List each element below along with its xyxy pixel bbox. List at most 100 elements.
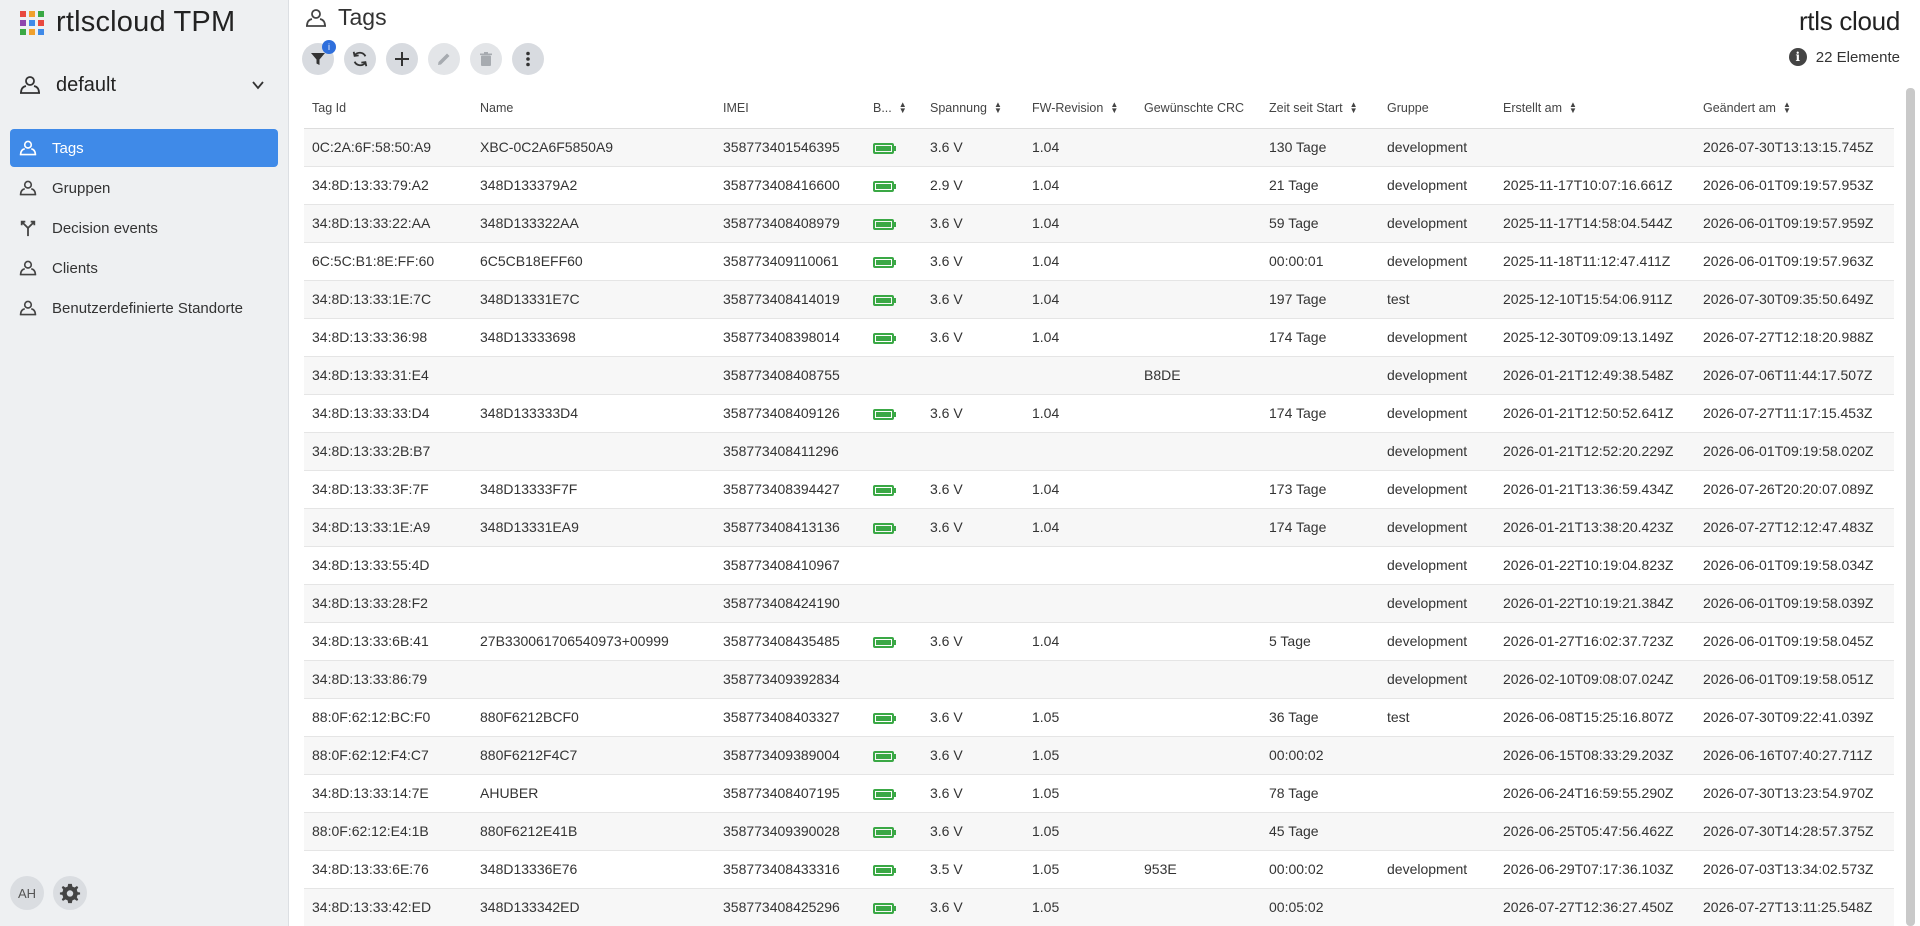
name-cell: XBC-0C2A6F5850A9: [472, 128, 715, 167]
battery-full-icon: [873, 332, 896, 344]
voltage-cell: [922, 584, 1024, 623]
table-row[interactable]: 6C:5C:B1:8E:FF:60 6C5CB18EFF60 35877340911…: [304, 242, 1894, 281]
created-cell: [1495, 128, 1695, 167]
group-cell: development: [1379, 546, 1495, 585]
tag-id-cell: 34:8D:13:33:3F:7F: [304, 470, 472, 509]
table-row[interactable]: 88:0F:62:12:BC:F0 880F6212BCF0 35877340840…: [304, 698, 1894, 737]
sort-icon[interactable]: ▲ ▼: [899, 101, 907, 115]
add-button[interactable]: [386, 43, 418, 75]
sidebar-item-label: Benutzerdefinierte Standorte: [52, 299, 243, 317]
battery-cell: [865, 888, 922, 926]
voltage-cell: 3.6 V: [922, 318, 1024, 357]
modified-cell: 2026-07-27T12:12:47.483Z: [1695, 508, 1894, 547]
tenant-selector[interactable]: default: [18, 70, 273, 100]
sidebar-item-benutzerdefinierte-standorte[interactable]: Benutzerdefinierte Standorte: [10, 289, 278, 327]
uptime-cell: 174 Tage: [1261, 394, 1379, 433]
table-row[interactable]: 34:8D:13:33:36:98 348D13333698 35877340839…: [304, 318, 1894, 357]
group-cell: development: [1379, 622, 1495, 661]
column-header[interactable]: Geändert am ▲ ▼: [1695, 88, 1894, 129]
table-row[interactable]: 34:8D:13:33:2B:B7 358773408411296 developm…: [304, 432, 1894, 471]
table-row[interactable]: 34:8D:13:33:6B:41 27B330061706540973+0099…: [304, 622, 1894, 661]
settings-button[interactable]: [53, 876, 87, 910]
sort-icon[interactable]: ▲ ▼: [1783, 101, 1791, 115]
sort-icon[interactable]: ▲ ▼: [1569, 101, 1577, 115]
table-row[interactable]: 34:8D:13:33:1E:A9 348D13331EA9 35877340841…: [304, 508, 1894, 547]
sidebar: rtlscloud TPM default Tags Gruppen Decis…: [0, 0, 289, 926]
voltage-cell: [922, 546, 1024, 585]
uptime-cell: 5 Tage: [1261, 622, 1379, 661]
sort-icon[interactable]: ▲ ▼: [1110, 101, 1118, 115]
name-cell: 880F6212E41B: [472, 812, 715, 851]
table-row[interactable]: 34:8D:13:33:14:7E AHUBER 358773408407195 3.…: [304, 774, 1894, 813]
battery-full-icon: [873, 902, 896, 914]
table-scrollbar[interactable]: [1906, 88, 1916, 926]
tags-table: Tag Id Name IMEI B... ▲ ▼ Spannung ▲ ▼ FW-Revisio…: [304, 88, 1894, 926]
sidebar-item-clients[interactable]: Clients: [10, 249, 278, 287]
edit-button[interactable]: [428, 43, 460, 75]
group-cell: development: [1379, 660, 1495, 699]
table-row[interactable]: 34:8D:13:33:31:E4 358773408408755 B8DE deve…: [304, 356, 1894, 395]
battery-full-icon: [873, 180, 896, 192]
group-cell: development: [1379, 394, 1495, 433]
column-header[interactable]: FW-Revision ▲ ▼: [1024, 88, 1136, 129]
name-cell: [472, 432, 715, 471]
avatar[interactable]: AH: [10, 876, 44, 910]
sidebar-item-gruppen[interactable]: Gruppen: [10, 169, 278, 207]
crc-cell: B8DE: [1136, 356, 1261, 395]
table-row[interactable]: 34:8D:13:33:22:AA 348D133322AA 35877340840…: [304, 204, 1894, 243]
more-vertical-icon: [526, 51, 530, 67]
column-header-label: Tag Id: [312, 100, 347, 115]
battery-full-icon: [873, 218, 896, 230]
table-row[interactable]: 88:0F:62:12:F4:C7 880F6212F4C7 35877340938…: [304, 736, 1894, 775]
name-cell: 348D13333F7F: [472, 470, 715, 509]
column-header: Name: [472, 88, 715, 129]
imei-cell: 358773408403327: [715, 698, 865, 737]
modified-cell: 2026-07-27T13:11:25.548Z: [1695, 888, 1894, 926]
column-header[interactable]: B... ▲ ▼: [865, 88, 922, 129]
table-row[interactable]: 34:8D:13:33:42:ED 348D133342ED 35877340842…: [304, 888, 1894, 926]
table-row[interactable]: 34:8D:13:33:55:4D 358773408410967 developm…: [304, 546, 1894, 585]
created-cell: 2025-11-18T11:12:47.411Z: [1495, 242, 1695, 281]
table-row[interactable]: 88:0F:62:12:E4:1B 880F6212E41B 35877340939…: [304, 812, 1894, 851]
sidebar-item-decision-events[interactable]: Decision events: [10, 209, 278, 247]
modified-cell: 2026-07-30T09:35:50.649Z: [1695, 280, 1894, 319]
tag-id-cell: 34:8D:13:33:6B:41: [304, 622, 472, 661]
group-cell: development: [1379, 242, 1495, 281]
filter-button[interactable]: i: [302, 40, 336, 75]
crc-cell: [1136, 508, 1261, 547]
modified-cell: 2026-06-01T09:19:57.959Z: [1695, 204, 1894, 243]
fw-revision-cell: 1.04: [1024, 622, 1136, 661]
more-options-button[interactable]: [512, 43, 544, 75]
tag-id-cell: 34:8D:13:33:2B:B7: [304, 432, 472, 471]
scrollbar-thumb[interactable]: [1906, 88, 1915, 926]
sidebar-item-tags[interactable]: Tags: [10, 129, 278, 167]
uptime-cell: 00:05:02: [1261, 888, 1379, 926]
column-header[interactable]: Spannung ▲ ▼: [922, 88, 1024, 129]
sidebar-item-label: Decision events: [52, 219, 158, 237]
table-row[interactable]: 34:8D:13:33:33:D4 348D133333D4 35877340840…: [304, 394, 1894, 433]
column-header[interactable]: Zeit seit Start ▲ ▼: [1261, 88, 1379, 129]
sort-icon[interactable]: ▲ ▼: [1350, 101, 1358, 115]
refresh-button[interactable]: [344, 43, 376, 75]
fw-revision-cell: 1.05: [1024, 736, 1136, 775]
delete-button[interactable]: [470, 43, 502, 75]
name-cell: [472, 356, 715, 395]
table-row[interactable]: 0C:2A:6F:58:50:A9 XBC-0C2A6F5850A9 3587734…: [304, 128, 1894, 167]
created-cell: 2026-06-29T07:17:36.103Z: [1495, 850, 1695, 889]
group-cell: development: [1379, 584, 1495, 623]
table-row[interactable]: 34:8D:13:33:28:F2 358773408424190 developm…: [304, 584, 1894, 623]
sort-icon[interactable]: ▲ ▼: [994, 101, 1002, 115]
table-row[interactable]: 34:8D:13:33:1E:7C 348D13331E7C 35877340841…: [304, 280, 1894, 319]
created-cell: 2026-01-21T12:49:38.548Z: [1495, 356, 1695, 395]
column-header[interactable]: Erstellt am ▲ ▼: [1495, 88, 1695, 129]
imei-cell: 358773408411296: [715, 432, 865, 471]
table-row[interactable]: 34:8D:13:33:79:A2 348D133379A2 35877340841…: [304, 166, 1894, 205]
imei-cell: 358773408416600: [715, 166, 865, 205]
name-cell: 348D133342ED: [472, 888, 715, 926]
table-row[interactable]: 34:8D:13:33:6E:76 348D13336E76 35877340843…: [304, 850, 1894, 889]
crc-cell: [1136, 432, 1261, 471]
imei-cell: 358773408408755: [715, 356, 865, 395]
table-row[interactable]: 34:8D:13:33:86:79 358773409392834 developm…: [304, 660, 1894, 699]
table-row[interactable]: 34:8D:13:33:3F:7F 348D13333F7F 35877340839…: [304, 470, 1894, 509]
voltage-cell: 3.6 V: [922, 508, 1024, 547]
